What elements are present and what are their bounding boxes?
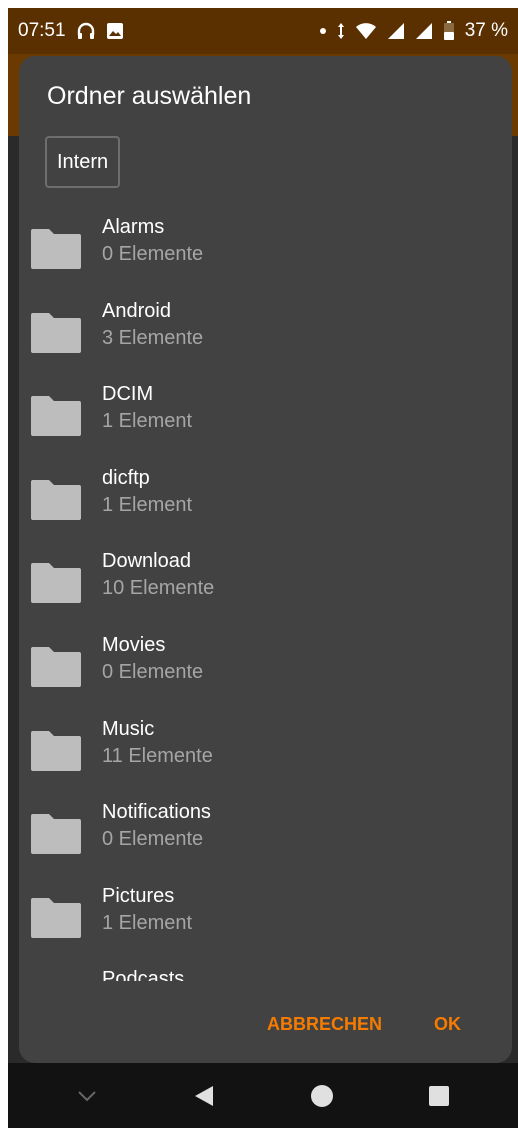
clock: 07:51 xyxy=(18,20,66,41)
folder-item-android[interactable]: Android 3 Elemente xyxy=(19,290,512,374)
folder-count: 1 Element xyxy=(102,493,193,516)
folder-item-download[interactable]: Download 10 Elemente xyxy=(19,540,512,624)
folder-list[interactable]: Alarms 0 Elemente Android 3 Elemente DCI… xyxy=(19,206,512,981)
folder-item-movies[interactable]: Movies 0 Elemente xyxy=(19,624,512,708)
folder-item-pictures[interactable]: Pictures 1 Element xyxy=(19,875,512,959)
dialog-actions: ABBRECHEN OK xyxy=(19,996,512,1052)
notification-dot-icon xyxy=(319,27,327,35)
folder-text: Alarms 0 Elemente xyxy=(102,214,203,268)
folder-name: DCIM xyxy=(102,383,154,406)
dialog-title: Ordner auswählen xyxy=(47,82,252,110)
folder-name: Download xyxy=(102,550,191,573)
folder-text: Android 3 Elemente xyxy=(102,298,203,352)
signal-icon xyxy=(415,22,433,40)
folder-icon xyxy=(31,563,81,604)
folder-count: 1 Element xyxy=(102,410,193,433)
folder-icon xyxy=(31,396,81,437)
folder-name: Android xyxy=(102,299,171,322)
folder-count: 0 Elemente xyxy=(102,243,204,265)
folder-text: Movies 0 Elemente xyxy=(102,632,203,686)
top-crop xyxy=(0,0,518,8)
screen: 07:51 37 % Ordner auswählen Intern Alarm… xyxy=(0,0,518,1128)
folder-item-dicftp[interactable]: dicftp 1 Element xyxy=(19,457,512,541)
folder-icon xyxy=(31,730,81,771)
folder-icon xyxy=(31,646,81,687)
data-arrows-icon xyxy=(337,22,345,40)
folder-text: Podcasts xyxy=(102,966,184,981)
folder-count: 11 Elemente xyxy=(102,744,213,767)
chevron-down-icon[interactable] xyxy=(57,1066,117,1126)
battery-percent: 37 % xyxy=(464,20,508,41)
navigation-bar xyxy=(8,1063,518,1128)
folder-icon xyxy=(31,814,81,855)
folder-item-podcasts[interactable]: Podcasts xyxy=(19,958,512,981)
folder-text: Notifications 0 Elemente xyxy=(102,799,211,853)
folder-count: 3 Elemente xyxy=(102,326,204,349)
headphones-icon xyxy=(76,21,96,41)
signal-icon xyxy=(387,22,405,40)
folder-text: dicftp 1 Element xyxy=(102,465,192,519)
folder-name: Movies xyxy=(102,633,166,656)
folder-count: 1 Element xyxy=(102,911,193,934)
folder-count: 0 Elemente xyxy=(102,660,204,683)
ok-button[interactable]: OK xyxy=(428,1010,467,1039)
wifi-icon xyxy=(355,22,377,40)
folder-item-alarms[interactable]: Alarms 0 Elemente xyxy=(19,206,512,290)
folder-count: 10 Elemente xyxy=(102,577,215,600)
folder-count: 0 Elemente xyxy=(102,828,204,851)
folder-icon xyxy=(29,979,83,981)
folder-item-dcim[interactable]: DCIM 1 Element xyxy=(19,373,512,457)
folder-picker-dialog: Ordner auswählen Intern Alarms 0 Element… xyxy=(19,56,512,1063)
status-right: 37 % xyxy=(319,20,508,42)
back-icon[interactable] xyxy=(174,1066,234,1126)
folder-text: DCIM 1 Element xyxy=(102,381,192,435)
folder-text: Music 11 Elemente xyxy=(102,716,213,770)
status-bar: 07:51 37 % xyxy=(8,8,518,54)
folder-name: Notifications xyxy=(102,801,211,824)
storage-selector-button[interactable]: Intern xyxy=(45,136,121,188)
home-icon[interactable] xyxy=(292,1066,352,1126)
battery-icon xyxy=(443,21,455,41)
status-left: 07:51 xyxy=(18,20,124,42)
folder-item-notifications[interactable]: Notifications 0 Elemente xyxy=(19,791,512,875)
folder-name: dicftp xyxy=(102,466,150,489)
folder-text: Download 10 Elemente xyxy=(102,548,214,602)
folder-icon xyxy=(31,312,81,353)
folder-name: Alarms xyxy=(102,216,165,238)
cancel-button[interactable]: ABBRECHEN xyxy=(261,1010,388,1039)
folder-item-music[interactable]: Music 11 Elemente xyxy=(19,708,512,792)
folder-icon xyxy=(31,479,81,520)
recents-icon[interactable] xyxy=(409,1066,469,1126)
folder-name: Pictures xyxy=(102,884,175,907)
image-icon xyxy=(106,22,124,40)
folder-name: Podcasts xyxy=(102,968,185,981)
folder-name: Music xyxy=(102,717,155,740)
folder-icon xyxy=(31,229,81,269)
folder-icon xyxy=(31,897,81,938)
folder-text: Pictures 1 Element xyxy=(102,883,192,937)
